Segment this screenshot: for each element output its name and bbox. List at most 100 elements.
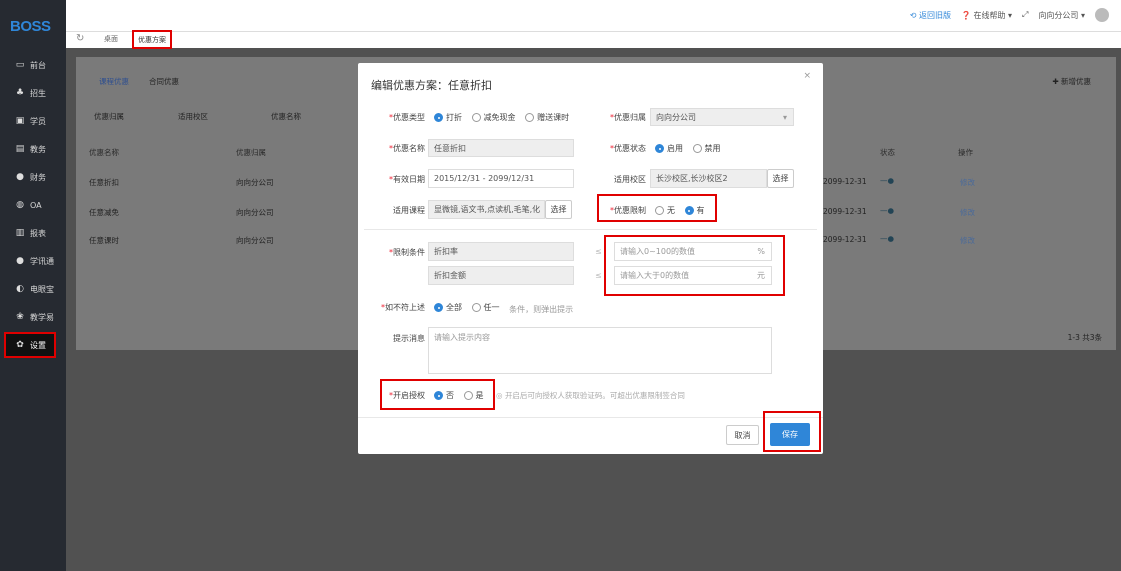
col-header-status: 状态: [880, 148, 895, 157]
row-name: 任意减免: [89, 208, 119, 217]
back-old-version-link[interactable]: ⟲ 返回旧版: [910, 10, 951, 21]
condition-discount-amount-label: 折扣金额: [434, 271, 466, 280]
status-toggle[interactable]: —●: [880, 176, 894, 185]
sidebar-item-settings[interactable]: ✿ 设置: [4, 332, 56, 358]
date-range-field[interactable]: 2015/12/31 - 2099/12/31: [428, 169, 574, 188]
condition-discount-amount: 折扣金额: [428, 266, 574, 285]
edit-link[interactable]: 修改: [960, 207, 975, 218]
divider: [358, 417, 823, 418]
status-toggle[interactable]: —●: [880, 234, 894, 243]
sidebar-item-dianyanbao[interactable]: ◐ 电眼宝: [0, 276, 66, 302]
sidebar-item-jiaoxueyi[interactable]: ❀ 教学易: [0, 304, 66, 330]
discount-amount-unit: 元: [757, 271, 765, 280]
cancel-button[interactable]: 取消: [726, 425, 759, 445]
row-owner: 向向分公司: [236, 208, 274, 217]
campus-field: 长沙校区,长沙校区2: [650, 169, 767, 188]
avatar[interactable]: [1095, 8, 1109, 22]
name-field-value: 任意折扣: [434, 143, 466, 153]
tip-textarea[interactable]: 请输入提示内容: [428, 327, 772, 374]
col-header-action: 操作: [958, 148, 973, 157]
divider: [364, 229, 817, 230]
col-header-owner: 优惠归属: [236, 148, 266, 157]
back-old-version-label: 返回旧版: [918, 10, 951, 20]
discount-amount-input[interactable]: 请输入大于0的数值 元: [614, 266, 772, 285]
limit-label: *优惠限制: [610, 206, 646, 215]
sidebar-item-xuexuntong[interactable]: ● 学讯通: [0, 248, 66, 274]
type-radio-group: 打折 减免现金 赠送课时: [434, 112, 576, 124]
sidebar-item-enroll[interactable]: ♣ 招生: [0, 80, 66, 106]
name-field[interactable]: 任意折扣: [428, 139, 574, 157]
tab-discount-plan[interactable]: 优惠方案: [132, 30, 172, 49]
tab-course-discount[interactable]: 课程优惠: [99, 76, 129, 87]
discount-amount-placeholder: 请输入大于0的数值: [620, 271, 690, 280]
filter-campus[interactable]: 适用校区: [178, 111, 208, 122]
edit-link[interactable]: 修改: [960, 177, 975, 188]
discount-rate-input[interactable]: 请输入0~100的数值%: [614, 242, 772, 261]
sidebar-item-oa[interactable]: ◍ OA: [0, 192, 66, 218]
col-header-name: 优惠名称: [89, 148, 119, 157]
status-toggle[interactable]: —●: [880, 206, 894, 215]
campus-choose-button[interactable]: 选择: [767, 169, 794, 188]
type-radio-discount[interactable]: 打折: [434, 112, 462, 123]
lte-symbol: ≤: [595, 271, 602, 280]
row-owner: 向向分公司: [236, 236, 274, 245]
status-radio-group: 启用 禁用: [655, 143, 728, 155]
sidebar-item-label: 教务: [30, 144, 46, 154]
help-menu[interactable]: ❓ 在线帮助 ▾: [961, 10, 1012, 21]
tab-home[interactable]: 桌面: [104, 34, 118, 44]
filter-owner[interactable]: 优惠归属: [94, 111, 124, 122]
sidebar-item-label: OA: [30, 200, 42, 210]
status-radio-enable[interactable]: 启用: [655, 143, 683, 154]
course-field: 显微镜,语文书,点读机,毛笔,化: [428, 200, 545, 219]
sidebar-item-frontdesk[interactable]: ▭ 前台: [0, 52, 66, 78]
campus-label: 适用校区: [614, 175, 646, 184]
student-icon: ▣: [15, 116, 25, 126]
close-icon[interactable]: ×: [803, 71, 811, 81]
date-label: *有效日期: [389, 175, 425, 184]
row-name: 任意课时: [89, 236, 119, 245]
sidebar-item-finance[interactable]: ● 财务: [0, 164, 66, 190]
type-radio-cash[interactable]: 减免现金: [471, 112, 516, 123]
tip-placeholder: 请输入提示内容: [434, 333, 490, 342]
type-radio-hours[interactable]: 赠送课时: [525, 112, 569, 123]
pagination-info: 1-3 共3条: [1067, 333, 1102, 342]
sidebar-item-academic[interactable]: ▤ 教务: [0, 136, 66, 162]
limit-radio-none[interactable]: 无: [655, 205, 675, 216]
owner-select[interactable]: 向向分公司 ▾: [650, 108, 794, 126]
course-choose-button[interactable]: 选择: [545, 200, 572, 219]
sidebar-item-label: 招生: [30, 88, 46, 98]
save-button[interactable]: 保存: [770, 423, 810, 446]
discount-rate-unit: %: [757, 247, 765, 256]
row-owner: 向向分公司: [236, 178, 274, 187]
camera-icon: ◐: [16, 284, 24, 294]
not-met-hint: 条件，则弹出提示: [509, 305, 574, 314]
name-label: *优惠名称: [389, 144, 425, 153]
fullscreen-icon[interactable]: ⤢: [1022, 10, 1028, 20]
discount-rate-placeholder: 请输入0~100的数值: [620, 247, 696, 256]
limit-radio-yes[interactable]: 有: [684, 205, 705, 216]
not-met-radio-any[interactable]: 任一: [471, 302, 500, 313]
condition-label: *限制条件: [389, 248, 425, 257]
edit-link[interactable]: 修改: [960, 235, 975, 246]
tab-discount-plan-label: 优惠方案: [138, 35, 166, 44]
sidebar-item-reports[interactable]: ▥ 报表: [0, 220, 66, 246]
company-menu[interactable]: 向向分公司 ▾: [1038, 10, 1085, 21]
auth-radio-yes[interactable]: 是: [463, 390, 484, 401]
filter-name[interactable]: 优惠名称: [271, 111, 301, 122]
edit-discount-modal: 编辑优惠方案：任意折扣 × *优惠类型 打折 减免现金 赠送课时 *优惠归属 向…: [358, 63, 823, 454]
auth-radio-no[interactable]: 否: [434, 390, 454, 401]
sidebar-item-students[interactable]: ▣ 学员: [0, 108, 66, 134]
lte-symbol: ≤: [595, 247, 602, 256]
sidebar-item-label: 财务: [30, 172, 46, 182]
sidebar-item-label: 报表: [30, 228, 46, 238]
add-discount-button[interactable]: ✚ 新增优惠: [1052, 76, 1091, 87]
row-name: 任意折扣: [89, 178, 119, 187]
logo: BOSS: [10, 18, 51, 35]
refresh-icon[interactable]: ↻: [76, 33, 84, 44]
row-date: 2099-12-31: [823, 235, 867, 244]
status-radio-disable[interactable]: 禁用: [692, 143, 721, 154]
tab-contract-discount[interactable]: 合同优惠: [149, 76, 179, 87]
owner-label: *优惠归属: [610, 113, 646, 122]
not-met-radio-all[interactable]: 全部: [434, 302, 462, 313]
course-field-value: 显微镜,语文书,点读机,毛笔,化: [434, 205, 541, 214]
